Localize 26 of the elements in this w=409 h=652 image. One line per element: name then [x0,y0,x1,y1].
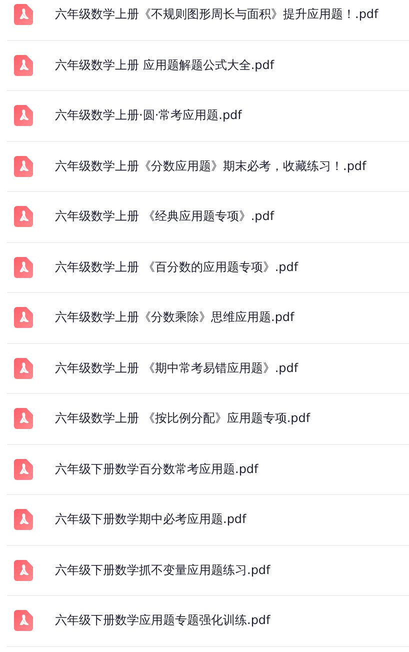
pdf-icon [14,156,33,177]
pdf-icon [14,358,33,379]
pdf-icon [14,4,33,26]
pdf-icon [14,206,33,228]
file-name[interactable]: 六年级数学上册·圆·常考应用题.pdf [55,107,242,124]
pdf-icon [14,54,33,76]
pdf-icon [14,408,33,430]
pdf-icon [14,256,33,278]
file-name[interactable]: 六年级下册数学抓不变量应用题练习.pdf [55,562,270,579]
file-name[interactable]: 六年级数学上册 《经典应用题专项》.pdf [55,208,274,226]
pdf-icon [14,458,33,480]
pdf-icon [14,610,33,632]
pdf-icon [14,105,33,126]
pdf-icon [14,509,33,530]
file-name[interactable]: 六年级数学上册 应用题解题公式大全.pdf [55,56,274,74]
file-name[interactable]: 六年级下册数学应用题专题强化训练.pdf [55,612,270,630]
file-name[interactable]: 六年级数学上册 《百分数的应用题专项》.pdf [55,258,298,276]
file-name[interactable]: 六年级数学上册 《期中常考易错应用题》.pdf [55,360,298,377]
file-name[interactable]: 六年级下册数学期中必考应用题.pdf [55,511,246,528]
file-name[interactable]: 六年级下册数学百分数常考应用题.pdf [55,460,258,478]
file-name[interactable]: 六年级数学上册《分数应用题》期末必考，收藏练习！.pdf [55,158,366,175]
pdf-icon [14,560,33,581]
file-name[interactable]: 六年级数学上册 《按比例分配》应用题专项.pdf [55,410,310,428]
pdf-icon [14,307,33,328]
file-name[interactable]: 六年级数学上册《不规则图形周长与面积》提升应用题！.pdf [55,6,378,24]
file-name[interactable]: 六年级数学上册《分数乘除》思维应用题.pdf [55,309,294,326]
